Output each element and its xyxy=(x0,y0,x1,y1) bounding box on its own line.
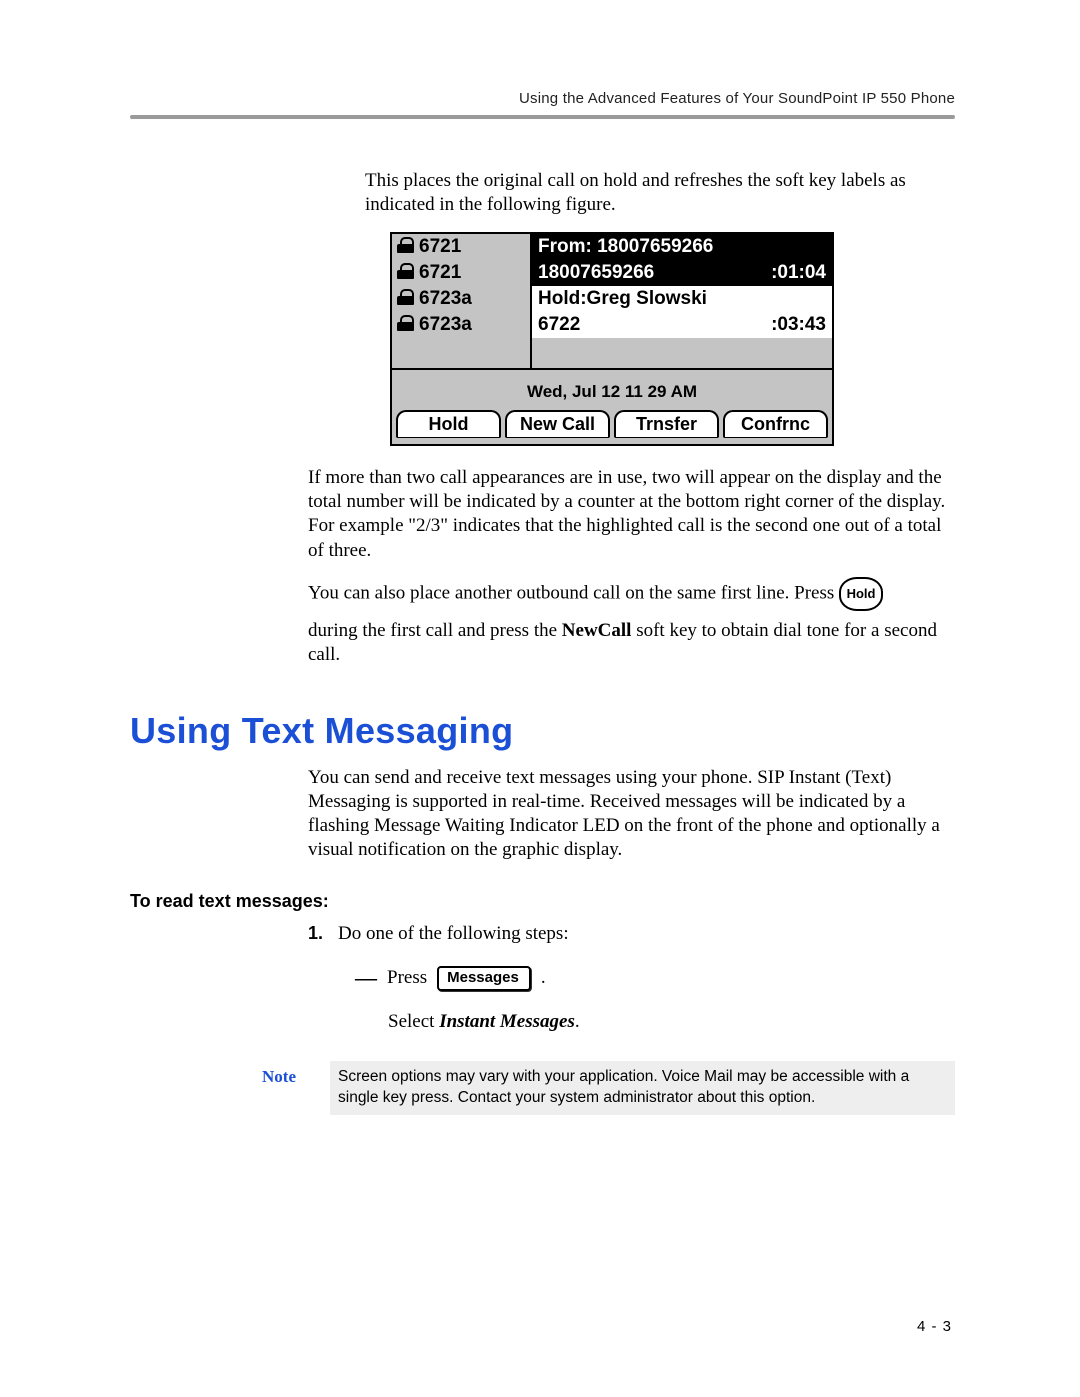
row3-text: Hold:Greg Slowski xyxy=(538,288,707,310)
messages-key-icon: Messages xyxy=(437,966,531,992)
softkey-confrnc[interactable]: Confrnc xyxy=(723,410,828,438)
screen-row-blank xyxy=(392,338,832,368)
row2-text: 18007659266 xyxy=(538,262,654,284)
screen-row-4: 6723a 6722 :03:43 xyxy=(392,312,832,338)
softkey-hold[interactable]: Hold xyxy=(396,410,501,438)
step-text: Do one of the following steps: xyxy=(338,922,569,947)
subheading: To read text messages: xyxy=(130,891,955,912)
screen-row-1: 6721 From: 18007659266 xyxy=(392,234,832,260)
softkey-newcall[interactable]: New Call xyxy=(505,410,610,438)
newcall-bold: NewCall xyxy=(562,620,632,641)
header-rule xyxy=(130,115,955,119)
note-label: Note xyxy=(262,1061,306,1087)
hold-key-icon: Hold xyxy=(839,577,883,611)
paragraph-3a: You can also place another outbound call… xyxy=(308,577,955,611)
ext-4: 6723a xyxy=(419,314,472,336)
row2-time: :01:04 xyxy=(771,262,826,284)
paragraph-2: If more than two call appearances are in… xyxy=(308,466,955,563)
ext-3: 6723a xyxy=(419,288,472,310)
ext-1: 6721 xyxy=(419,236,461,258)
ext-2: 6721 xyxy=(419,262,461,284)
paragraph-3b: during the first call and press the NewC… xyxy=(308,619,955,668)
para3b-a: during the first call and press the xyxy=(308,620,562,641)
step-1: 1. Do one of the following steps: xyxy=(308,922,955,947)
paragraph-4: You can send and receive text messages u… xyxy=(308,766,955,863)
softkey-trnsfer[interactable]: Trnsfer xyxy=(614,410,719,438)
page-number: 4 - 3 xyxy=(917,1318,952,1335)
para3a-text: You can also place another outbound call… xyxy=(308,582,839,603)
select-b: Instant Messages xyxy=(439,1011,575,1032)
screen-datetime: Wed, Jul 12 11 29 AM xyxy=(392,368,832,406)
section-heading: Using Text Messaging xyxy=(130,710,955,752)
phone-screen-figure: 6721 From: 18007659266 6721 18007659266:… xyxy=(390,232,955,446)
phone-icon xyxy=(397,292,414,305)
row4-time: :03:43 xyxy=(771,314,826,336)
substep-press: — Press Messages . xyxy=(355,964,955,993)
softkey-row: Hold New Call Trnsfer Confrnc xyxy=(392,406,832,444)
screen-row-3: 6723a Hold:Greg Slowski xyxy=(392,286,832,312)
row4-text: 6722 xyxy=(538,314,580,336)
select-c: . xyxy=(575,1011,580,1032)
phone-icon xyxy=(397,266,414,279)
phone-icon xyxy=(397,318,414,331)
select-instant-messages: Select Instant Messages. xyxy=(388,1011,955,1033)
phone-screen: 6721 From: 18007659266 6721 18007659266:… xyxy=(390,232,834,446)
period: . xyxy=(541,966,546,991)
intro-paragraph: This places the original call on hold an… xyxy=(365,169,955,218)
note-body: Screen options may vary with your applic… xyxy=(330,1061,955,1115)
running-header: Using the Advanced Features of Your Soun… xyxy=(130,90,955,107)
screen-row-2: 6721 18007659266 :01:04 xyxy=(392,260,832,286)
step-number: 1. xyxy=(308,922,328,947)
dash-icon: — xyxy=(355,964,377,993)
select-a: Select xyxy=(388,1011,439,1032)
press-text: Press xyxy=(387,966,427,991)
note-block: Note Screen options may vary with your a… xyxy=(262,1061,955,1115)
row1-text: From: 18007659266 xyxy=(538,236,713,258)
phone-icon xyxy=(397,240,414,253)
